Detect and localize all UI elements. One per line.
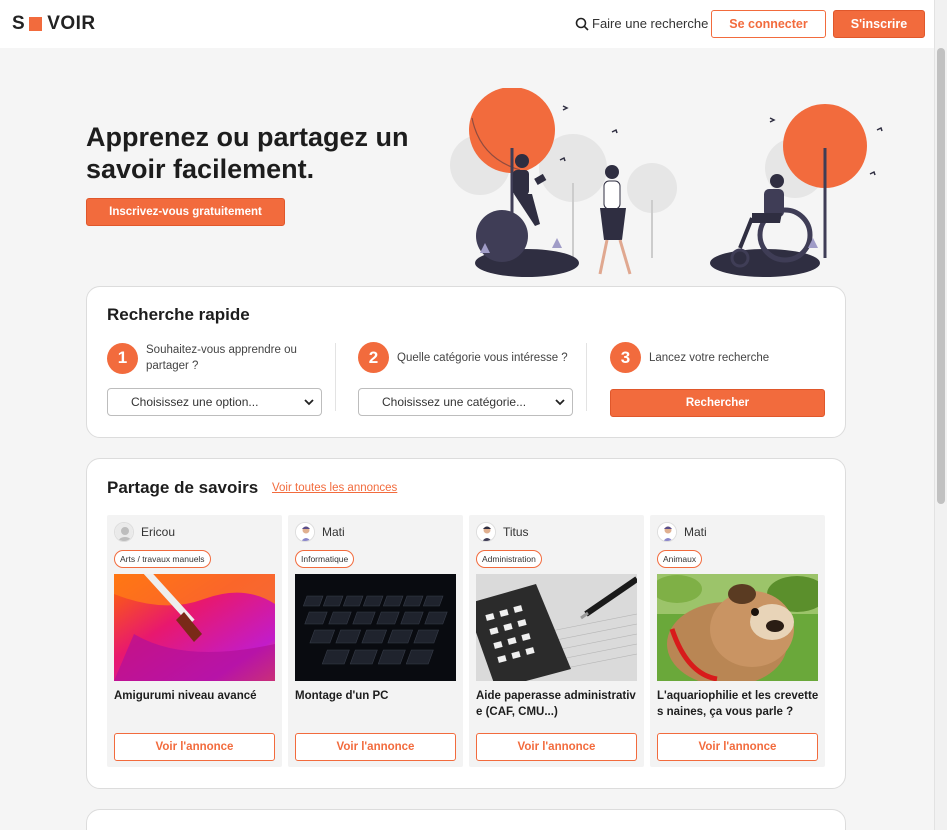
view-ad-button[interactable]: Voir l'annonce bbox=[114, 733, 275, 761]
login-button[interactable]: Se connecter bbox=[711, 10, 826, 38]
ad-image-calculator bbox=[476, 574, 637, 681]
ad-category-tag: Informatique bbox=[295, 550, 355, 568]
user-avatar-icon bbox=[658, 523, 676, 541]
ad-author: Titus bbox=[476, 522, 529, 542]
sharing-title: Partage de savoirs bbox=[107, 478, 259, 497]
step-2: 2 Quelle catégorie vous intéresse ? bbox=[358, 342, 568, 373]
page-scrollbar[interactable] bbox=[934, 0, 947, 830]
scrollbar-thumb[interactable] bbox=[937, 48, 945, 504]
user-avatar-icon bbox=[296, 523, 314, 541]
ad-image-keyboard bbox=[295, 574, 456, 681]
ad-title: Montage d'un PC bbox=[295, 690, 389, 702]
category-select-value: Choisissez une catégorie... bbox=[382, 395, 527, 409]
option-select-value: Choisissez une option... bbox=[131, 395, 259, 409]
hero-signup-button[interactable]: Inscrivez-vous gratuitement bbox=[86, 198, 285, 226]
ad-category-tag: Administration bbox=[476, 550, 542, 568]
calculator-photo bbox=[476, 574, 637, 681]
ad-author: Mati bbox=[295, 522, 345, 542]
ad-card[interactable]: Mati Animaux L'aquariophilie et les crev… bbox=[650, 515, 825, 767]
bulldog-photo bbox=[657, 574, 818, 681]
step-3-text: Lancez votre recherche bbox=[649, 351, 770, 364]
ad-author-name: Mati bbox=[322, 525, 345, 539]
next-section-card bbox=[86, 809, 846, 830]
view-ad-button[interactable]: Voir l'annonce bbox=[657, 733, 818, 761]
ad-title: L'aquariophilie et les crevettes naines,… bbox=[657, 690, 819, 718]
quick-search-title: Recherche rapide bbox=[107, 305, 250, 324]
top-navbar: S VOIR Faire une recherche Se connecter … bbox=[0, 0, 934, 48]
ad-title: Amigurumi niveau avancé bbox=[114, 690, 257, 702]
search-icon bbox=[575, 17, 589, 31]
step-2-number: 2 bbox=[358, 342, 389, 373]
user-icon bbox=[115, 523, 133, 541]
chevron-down-icon bbox=[555, 399, 565, 406]
step-1-number: 1 bbox=[107, 342, 138, 374]
search-button[interactable]: Rechercher bbox=[610, 389, 825, 417]
avatar bbox=[657, 522, 677, 542]
search-link[interactable]: Faire une recherche bbox=[575, 16, 708, 31]
ad-author: Ericou bbox=[114, 522, 175, 542]
view-ad-button[interactable]: Voir l'annonce bbox=[476, 733, 637, 761]
ad-image-paintbrush bbox=[114, 574, 275, 681]
step-1-text: Souhaitez-vous apprendre ou partager ? bbox=[146, 344, 297, 372]
category-select[interactable]: Choisissez une catégorie... bbox=[358, 388, 573, 416]
avatar bbox=[114, 522, 134, 542]
logo-text-right: VOIR bbox=[47, 13, 96, 34]
keyboard-photo bbox=[295, 574, 456, 681]
hero-title: Apprenez ou partagez un savoir facilemen… bbox=[86, 122, 409, 184]
ad-card[interactable]: Titus Administration Aide paperasse admi… bbox=[469, 515, 644, 767]
ad-image-bulldog bbox=[657, 574, 818, 681]
option-select[interactable]: Choisissez une option... bbox=[107, 388, 322, 416]
hero-illustration bbox=[450, 88, 883, 277]
paintbrush-photo bbox=[114, 574, 275, 681]
view-ad-button[interactable]: Voir l'annonce bbox=[295, 733, 456, 761]
see-all-ads-link[interactable]: Voir toutes les annonces bbox=[272, 482, 397, 494]
search-link-label: Faire une recherche bbox=[592, 16, 709, 31]
ad-author-name: Titus bbox=[503, 525, 529, 539]
step-1: 1 Souhaitez-vous apprendre ou partager ? bbox=[107, 342, 316, 374]
ad-author: Mati bbox=[657, 522, 707, 542]
step-divider-1 bbox=[335, 343, 336, 411]
step-2-text: Quelle catégorie vous intéresse ? bbox=[397, 351, 568, 364]
chevron-down-icon bbox=[304, 399, 314, 406]
signup-button[interactable]: S'inscrire bbox=[833, 10, 925, 38]
ad-category-tag: Animaux bbox=[657, 550, 703, 568]
ad-card[interactable]: Mati Informatique Montage d'un PC Voir l… bbox=[288, 515, 463, 767]
step-3-number: 3 bbox=[610, 342, 641, 373]
ad-author-name: Mati bbox=[684, 525, 707, 539]
ad-category-tag: Arts / travaux manuels bbox=[114, 550, 211, 568]
ad-card[interactable]: Ericou Arts / travaux manuels Amigurumi … bbox=[107, 515, 282, 767]
step-divider-2 bbox=[586, 343, 587, 411]
ad-author-name: Ericou bbox=[141, 525, 176, 539]
logo-text-left: S bbox=[12, 13, 26, 34]
avatar bbox=[295, 522, 315, 542]
avatar bbox=[476, 522, 496, 542]
logo-square-icon bbox=[29, 17, 43, 31]
user-avatar-icon bbox=[477, 523, 495, 541]
site-logo[interactable]: S VOIR bbox=[12, 13, 96, 35]
step-3: 3 Lancez votre recherche bbox=[610, 342, 769, 373]
ad-title: Aide paperasse administrative (CAF, CMU.… bbox=[476, 690, 636, 718]
